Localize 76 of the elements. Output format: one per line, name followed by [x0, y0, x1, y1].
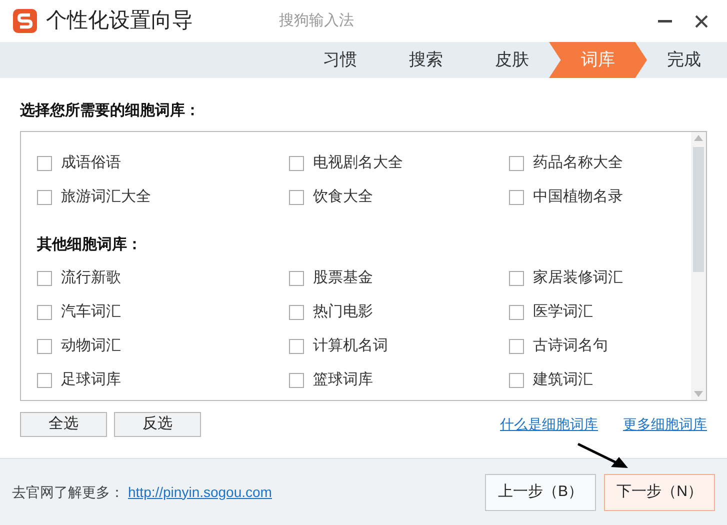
- wizard-step: 词库: [549, 42, 647, 78]
- dictionary-checkbox[interactable]: 股票基金: [289, 262, 509, 296]
- checkbox-label: 汽车词汇: [61, 302, 121, 322]
- checkbox-label: 电视剧名大全: [313, 153, 403, 174]
- checkbox-label: 药品名称大全: [533, 153, 623, 174]
- checkbox[interactable]: [509, 373, 524, 388]
- checkbox-label: 股票基金: [313, 268, 373, 288]
- checkbox-label: 古诗词名句: [533, 336, 608, 356]
- group-heading: 其他细胞词库：: [37, 234, 143, 254]
- checkbox[interactable]: [289, 305, 304, 320]
- checkbox-label: 动物词汇: [61, 336, 121, 356]
- dictionary-checkbox[interactable]: 动物词汇: [37, 330, 289, 364]
- checkbox[interactable]: [509, 271, 524, 286]
- checkbox-label: 足球词库: [61, 370, 121, 390]
- window-title: 个性化设置向导: [46, 8, 193, 34]
- checkbox[interactable]: [37, 339, 52, 354]
- minimize-icon: [658, 20, 672, 22]
- dictionary-checkbox[interactable]: 足球词库: [37, 364, 289, 398]
- help-link[interactable]: 什么是细胞词库: [500, 414, 598, 434]
- checkbox[interactable]: [509, 339, 524, 354]
- scroll-up-icon: [694, 134, 703, 140]
- wizard-step: 习惯: [297, 42, 383, 78]
- checkbox[interactable]: [289, 190, 304, 205]
- dictionary-checkbox[interactable]: 篮球词库: [289, 364, 509, 398]
- close-icon: [694, 14, 708, 28]
- help-link[interactable]: 更多细胞词库: [623, 414, 707, 434]
- dictionary-checkbox[interactable]: 中国植物名录: [509, 180, 691, 214]
- footer-text: 去官网了解更多：: [12, 482, 124, 502]
- prompt-label: 选择您所需要的细胞词库：: [20, 101, 201, 121]
- checkbox[interactable]: [289, 271, 304, 286]
- select-button[interactable]: 反选: [114, 412, 201, 436]
- checkbox-label: 篮球词库: [313, 370, 373, 390]
- checkbox-label: 家居装修词汇: [533, 268, 623, 288]
- checkbox[interactable]: [509, 190, 524, 205]
- checkbox-label: 医学词汇: [533, 302, 593, 322]
- dictionary-checkbox[interactable]: 成语俗语: [37, 146, 289, 180]
- checkbox[interactable]: [289, 373, 304, 388]
- dictionary-checkbox[interactable]: 古诗词名句: [509, 330, 691, 364]
- dictionary-checkbox[interactable]: 饮食大全: [289, 180, 509, 214]
- dictionary-checkbox[interactable]: 药品名称大全: [509, 146, 691, 180]
- checkbox[interactable]: [289, 156, 304, 171]
- scroll-thumb[interactable]: [693, 146, 704, 272]
- dictionary-checkbox[interactable]: 电视剧名大全: [289, 146, 509, 180]
- wizard-step: 搜索: [383, 42, 469, 78]
- select-button[interactable]: 全选: [20, 412, 107, 436]
- dictionary-checkbox[interactable]: 医学词汇: [509, 296, 691, 330]
- app-name: 搜狗输入法: [279, 10, 354, 31]
- dictionary-checkbox[interactable]: 计算机名词: [289, 330, 509, 364]
- checkbox[interactable]: [289, 339, 304, 354]
- checkbox[interactable]: [509, 305, 524, 320]
- checkbox-label: 流行新歌: [61, 268, 121, 288]
- checkbox[interactable]: [37, 190, 52, 205]
- dictionary-checkbox[interactable]: 汽车词汇: [37, 296, 289, 330]
- dictionary-checkbox[interactable]: 流行新歌: [37, 262, 289, 296]
- checkbox[interactable]: [37, 305, 52, 320]
- nav-button[interactable]: 上一步（B）: [485, 474, 596, 510]
- website-link[interactable]: http://pinyin.sogou.com: [128, 482, 272, 502]
- checkbox-label: 饮食大全: [313, 187, 373, 208]
- dictionary-checkbox[interactable]: 旅游词汇大全: [37, 180, 289, 214]
- logo-icon: [12, 8, 38, 34]
- checkbox[interactable]: [37, 271, 52, 286]
- dictionary-checkbox[interactable]: 热门电影: [289, 296, 509, 330]
- checkbox-label: 中国植物名录: [533, 187, 623, 208]
- checkbox-label: 成语俗语: [61, 153, 121, 174]
- checkbox-label: 旅游词汇大全: [61, 187, 151, 208]
- checkbox[interactable]: [37, 156, 52, 171]
- nav-button[interactable]: 下一步（N）: [604, 474, 715, 510]
- scroll-down-icon: [694, 390, 703, 396]
- checkbox-label: 建筑词汇: [533, 370, 593, 390]
- dictionary-checkbox[interactable]: 建筑词汇: [509, 364, 691, 398]
- checkbox[interactable]: [509, 156, 524, 171]
- checkbox-label: 热门电影: [313, 302, 373, 322]
- checkbox-label: 计算机名词: [313, 336, 388, 356]
- checkbox[interactable]: [37, 373, 52, 388]
- dictionary-checkbox[interactable]: 家居装修词汇: [509, 262, 691, 296]
- pointer-arrow: [577, 442, 629, 470]
